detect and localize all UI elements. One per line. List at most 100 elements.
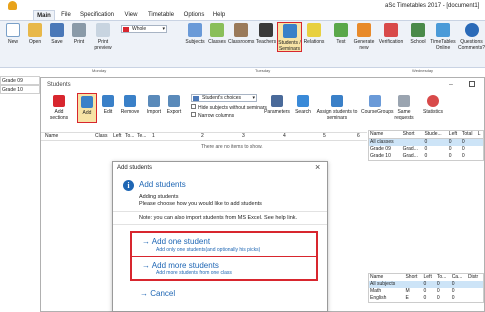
cell: 0	[461, 153, 465, 159]
add-student-button[interactable]: Add	[77, 93, 97, 123]
teachers-button[interactable]: Teachers	[255, 23, 277, 45]
add-sections-button[interactable]: Add sections	[47, 95, 71, 121]
table-row[interactable]: English E 0 0 0	[369, 295, 484, 303]
col-6[interactable]: 6	[357, 133, 360, 140]
search-button[interactable]: Search	[293, 95, 313, 115]
tab-main[interactable]: Main	[33, 10, 55, 20]
folder-icon	[28, 23, 42, 37]
pie-chart-icon	[427, 95, 439, 107]
cell: 0	[423, 288, 427, 294]
generate-new-button[interactable]: Generate new	[352, 23, 376, 51]
statistics-label: Statistics	[422, 109, 443, 115]
col-left[interactable]: Left	[113, 133, 121, 140]
classes-col-left[interactable]: Left	[448, 131, 461, 139]
classes-col-students[interactable]: Stude...	[423, 131, 447, 139]
print-button[interactable]: Print	[68, 23, 90, 45]
cancel-button[interactable]: → Cancel	[140, 289, 175, 298]
students-seminars-label: Students / Seminars	[278, 40, 301, 52]
subjects-col-ca[interactable]: Ca...	[451, 274, 467, 282]
school-button[interactable]: School	[407, 23, 429, 45]
edit-button[interactable]: Edit	[99, 95, 117, 115]
classes-col-l[interactable]: L	[477, 131, 484, 139]
col-4[interactable]: 4	[283, 133, 286, 140]
add-more-students-subtitle: Add more students from one class	[156, 270, 232, 276]
new-button[interactable]: New	[2, 23, 24, 45]
subjects-col-name[interactable]: Name	[369, 274, 405, 282]
col-total[interactable]: To...	[125, 133, 134, 140]
cell	[477, 146, 484, 153]
add-student-icon	[81, 96, 93, 108]
open-button[interactable]: Open	[24, 23, 46, 45]
classes-col-total[interactable]: Total	[461, 131, 477, 139]
tab-file[interactable]: File	[58, 10, 74, 20]
cell: Grade 10	[370, 153, 391, 159]
same-requests-button[interactable]: Same requests	[391, 95, 417, 121]
save-button[interactable]: Save	[46, 23, 68, 45]
subjects-button[interactable]: Subjects	[184, 23, 206, 45]
statistics-button[interactable]: Statistics	[419, 95, 447, 115]
cell	[402, 139, 424, 147]
classrooms-button[interactable]: Classrooms	[228, 23, 254, 45]
grid-row-grade-09[interactable]: Grade 09	[0, 76, 40, 85]
classes-col-name[interactable]: Name	[369, 131, 402, 139]
test-label: Test	[336, 39, 346, 45]
table-row[interactable]: All classes 0 0 0	[368, 138, 484, 147]
import-icon	[148, 95, 160, 107]
subjects-col-distr[interactable]: Distr	[467, 274, 484, 282]
view-select[interactable]: Whole ▾	[121, 25, 167, 33]
col-5[interactable]: 5	[323, 133, 326, 140]
col-name[interactable]: Name	[45, 133, 58, 140]
export-label: Export	[166, 109, 182, 115]
minimize-button[interactable]: –	[449, 81, 453, 88]
tab-help[interactable]: Help	[211, 10, 227, 20]
add-more-students-option[interactable]: → Add more students Add more students fr…	[132, 257, 316, 279]
relations-button[interactable]: Relations	[303, 23, 325, 45]
subjects-col-total[interactable]: To...	[436, 274, 451, 282]
tab-view[interactable]: View	[122, 10, 140, 20]
students-seminars-button[interactable]: Students / Seminars	[277, 22, 302, 52]
tab-timetable[interactable]: Timetable	[146, 10, 176, 20]
classes-col-short[interactable]: Short	[402, 131, 424, 139]
students-list-header: Name Class Left To... Te... 1 2 3 4 5 6	[41, 132, 367, 141]
cell	[404, 281, 422, 288]
export-button[interactable]: Export	[165, 95, 183, 115]
tab-options[interactable]: Options	[183, 10, 205, 20]
subjects-col-short[interactable]: Short	[404, 274, 422, 282]
add-one-student-option[interactable]: → Add one student Add only one students(…	[132, 233, 316, 256]
questions-button[interactable]: Questions Comments?	[458, 23, 485, 51]
chevron-down-icon: ▾	[162, 26, 165, 32]
col-1[interactable]: 1	[152, 133, 155, 140]
hide-subjects-checkbox[interactable]: Hide subjects without seminars	[191, 104, 267, 111]
day-tuesday: Tuesday	[255, 68, 271, 73]
tab-specification[interactable]: Specification	[79, 10, 115, 20]
maximize-button[interactable]	[469, 81, 475, 87]
verification-button[interactable]: Verification	[377, 23, 405, 45]
day-monday: Monday	[92, 68, 107, 73]
col-3[interactable]: 3	[242, 133, 245, 140]
assign-students-button[interactable]: Assign students to seminars	[315, 95, 359, 121]
col-te[interactable]: Te...	[137, 133, 146, 140]
timetables-online-button[interactable]: TimeTables Online	[430, 23, 456, 51]
verification-label: Verification	[378, 39, 404, 45]
narrow-columns-checkbox[interactable]: Narrow columns	[191, 112, 234, 119]
table-row[interactable]: Math M 0 0 0	[369, 288, 484, 295]
col-class[interactable]: Class	[95, 133, 108, 140]
table-row[interactable]: All subjects 0 0 0	[368, 281, 484, 288]
classes-button[interactable]: Classes	[206, 23, 228, 45]
subjects-col-left[interactable]: Left	[423, 274, 436, 282]
subjects-header: Name Short Left To... Ca... Distr	[369, 274, 484, 282]
remove-button[interactable]: Remove	[119, 95, 141, 115]
students-choices-select[interactable]: Student's choices ▾	[191, 94, 257, 102]
table-row[interactable]: Grade 10 Grad... 0 0 0	[369, 153, 484, 161]
parameters-button[interactable]: Parameters	[263, 95, 291, 115]
test-button[interactable]: Test	[330, 23, 352, 45]
coursegroups-button[interactable]: CourseGroups	[361, 95, 394, 115]
import-button[interactable]: Import	[145, 95, 163, 115]
table-row[interactable]: Grade 09 Grad... 0 0 0	[369, 146, 484, 153]
dialog-close-button[interactable]: ×	[315, 162, 320, 172]
same-requests-label: Same requests	[394, 109, 414, 121]
grid-row-grade-10[interactable]: Grade 10	[0, 85, 40, 94]
col-2[interactable]: 2	[201, 133, 204, 140]
print-preview-button[interactable]: Print preview	[90, 23, 116, 51]
save-icon	[50, 23, 64, 37]
